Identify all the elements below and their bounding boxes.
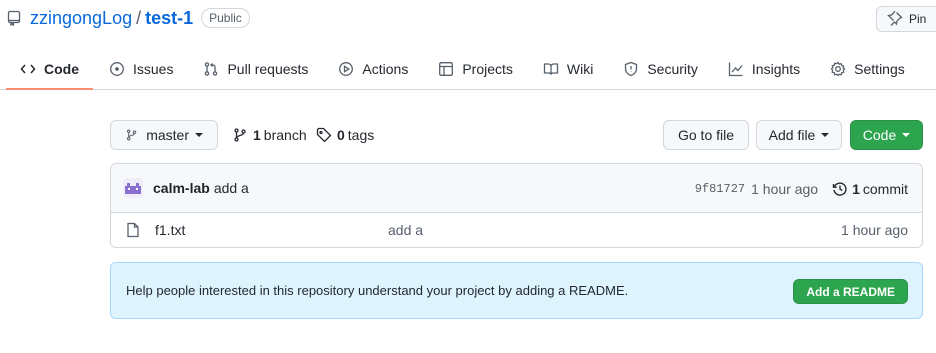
branch-name: master — [146, 127, 189, 143]
readme-prompt-text: Help people interested in this repositor… — [126, 283, 629, 298]
tab-issues[interactable]: Issues — [95, 50, 187, 88]
commit-message-link[interactable]: add a — [214, 180, 249, 196]
tab-label: Issues — [133, 61, 174, 77]
visibility-badge: Public — [201, 8, 250, 28]
branches-link[interactable]: 1 branch — [232, 120, 307, 150]
tab-label: Code — [44, 61, 79, 77]
go-to-file-button[interactable]: Go to file — [663, 120, 749, 150]
tab-wiki[interactable]: Wiki — [529, 50, 607, 88]
commit-age: 1 hour ago — [751, 180, 819, 197]
add-file-button[interactable]: Add file — [756, 120, 842, 150]
readme-prompt-banner: Help people interested in this repositor… — [110, 262, 923, 319]
chevron-down-icon — [902, 133, 911, 137]
shield-icon — [625, 61, 638, 77]
repo-icon — [6, 10, 22, 26]
branch-icon — [234, 128, 246, 142]
play-icon — [339, 62, 354, 76]
tab-label: Settings — [854, 61, 905, 77]
file-icon — [127, 222, 139, 238]
file-commit-age: 1 hour ago — [841, 222, 908, 238]
commits-link[interactable]: 1 commit — [832, 181, 908, 197]
code-icon — [20, 64, 36, 74]
tags-link[interactable]: 0 tags — [316, 120, 374, 150]
avatar[interactable] — [123, 178, 143, 198]
pin-button[interactable]: Pin — [876, 6, 936, 32]
tab-settings[interactable]: Settings — [816, 50, 919, 88]
tag-icon — [316, 127, 332, 143]
issue-icon — [110, 62, 124, 76]
file-navigation: master 1 branch 0 tags Go to file Add fi… — [110, 120, 923, 150]
file-commit-message-link[interactable]: add a — [388, 222, 423, 238]
go-to-file-label: Go to file — [677, 127, 735, 143]
repo-owner-link[interactable]: zzingongLog — [30, 8, 132, 29]
pin-label: Pin — [909, 12, 927, 26]
branch-count: 1 — [253, 127, 261, 143]
tab-label: Wiki — [566, 61, 594, 77]
code-button-label: Code — [862, 127, 897, 143]
tab-security[interactable]: Security — [609, 50, 712, 88]
gear-icon — [830, 61, 846, 77]
add-readme-label: Add a README — [806, 284, 895, 299]
commit-label: commit — [862, 180, 908, 197]
repo-title: zzingongLog / test-1 Public — [6, 6, 250, 30]
history-icon — [832, 181, 847, 196]
branch-icon — [126, 129, 137, 141]
tab-code[interactable]: Code — [6, 50, 93, 90]
pin-icon — [887, 11, 903, 26]
tab-projects[interactable]: Projects — [424, 50, 527, 88]
list-item: f1.txt add a 1 hour ago — [111, 213, 922, 247]
commit-sha-link[interactable]: 9f81727 — [695, 182, 745, 196]
file-list: calm-lab add a 9f81727 1 hour ago 1 comm… — [110, 163, 923, 248]
tab-actions[interactable]: Actions — [324, 50, 422, 88]
tab-label: Actions — [362, 61, 409, 77]
tag-count: 0 — [337, 127, 345, 143]
commit-details: 9f81727 1 hour ago 1 commit — [695, 164, 908, 213]
tab-insights[interactable]: Insights — [714, 50, 814, 88]
pull-request-icon — [205, 62, 218, 76]
repo-name-link[interactable]: test-1 — [145, 8, 193, 29]
graph-icon — [728, 62, 743, 77]
repo-tabs: Code Issues Pull requests Actions Projec… — [6, 50, 919, 90]
table-icon — [439, 62, 454, 76]
tag-label: tags — [347, 127, 375, 143]
book-icon — [543, 63, 559, 75]
tab-label: Pull requests — [227, 61, 309, 77]
latest-commit-row: calm-lab add a 9f81727 1 hour ago 1 comm… — [111, 164, 922, 213]
tab-label: Insights — [751, 61, 801, 77]
tab-label: Projects — [462, 61, 513, 77]
repo-header: zzingongLog / test-1 Public Pin Code Iss… — [0, 0, 936, 90]
tab-pull-requests[interactable]: Pull requests — [189, 50, 322, 88]
chevron-down-icon — [821, 133, 830, 137]
branch-label: branch — [263, 127, 307, 143]
add-readme-button[interactable]: Add a README — [793, 279, 908, 304]
branch-selector[interactable]: master — [110, 120, 218, 150]
repo-separator: / — [136, 7, 142, 28]
file-name-link[interactable]: f1.txt — [155, 222, 185, 238]
add-file-label: Add file — [768, 127, 816, 143]
code-button[interactable]: Code — [850, 120, 923, 150]
commit-count: 1 — [852, 180, 860, 197]
tab-label: Security — [647, 61, 698, 77]
chevron-down-icon — [195, 133, 203, 137]
commit-author-link[interactable]: calm-lab — [153, 180, 210, 196]
